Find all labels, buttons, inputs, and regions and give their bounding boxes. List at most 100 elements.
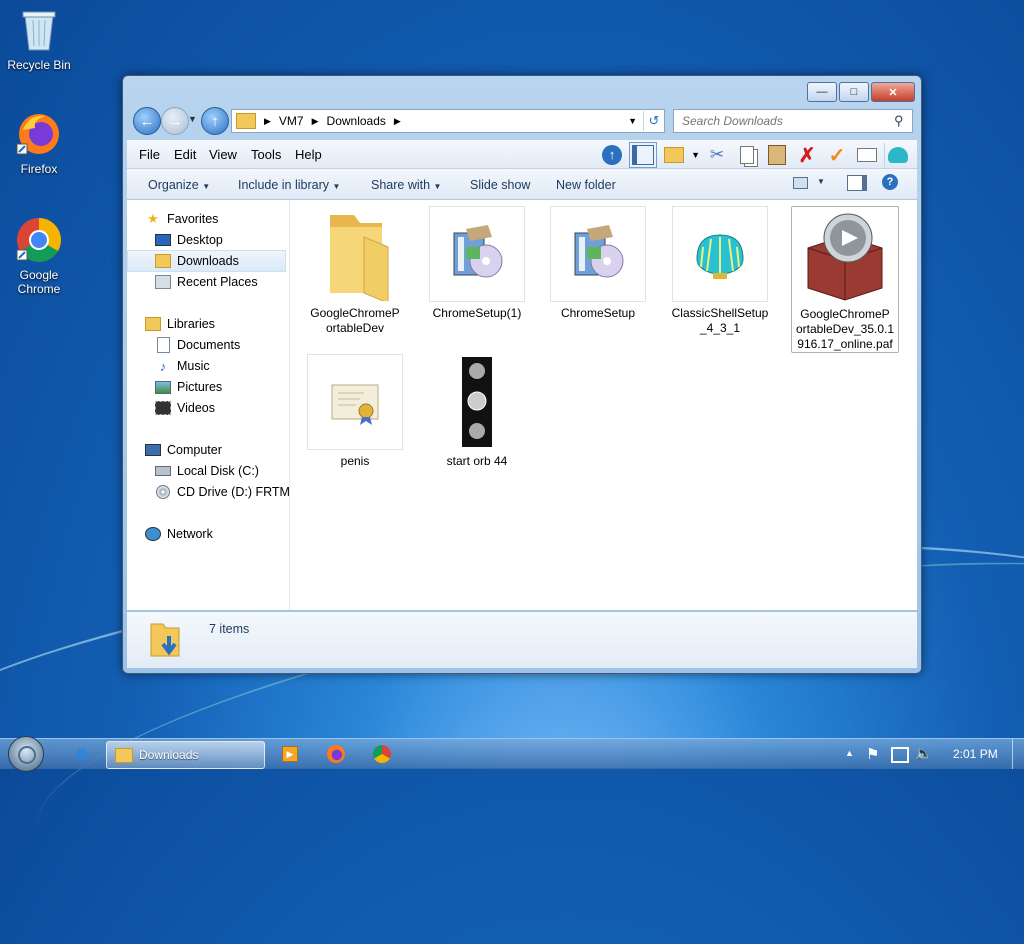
search-icon[interactable]: ⚲ <box>894 113 904 129</box>
volume-muted-icon[interactable]: 🔈 <box>915 745 932 762</box>
downloads-folder-icon <box>149 620 185 658</box>
menu-tools[interactable]: Tools <box>251 147 281 162</box>
preview-pane-icon[interactable] <box>629 142 658 168</box>
change-view-icon[interactable] <box>793 177 808 189</box>
file-name: GoogleChromeP ortableDev_35.0.1 916.17_o… <box>795 307 895 351</box>
desktop-icon-firefox[interactable]: Firefox <box>2 110 76 176</box>
new-folder-button[interactable]: New folder <box>556 178 616 192</box>
file-item-selected[interactable]: GoogleChromeP ortableDev_35.0.1 916.17_o… <box>791 206 899 353</box>
menu-file[interactable]: File <box>139 147 160 162</box>
menu-edit[interactable]: Edit <box>174 147 196 162</box>
breadcrumb-separator[interactable]: ▶ <box>394 116 401 127</box>
hard-drive-icon <box>155 463 171 479</box>
network-status-icon[interactable] <box>891 747 909 763</box>
documents-icon <box>155 337 171 353</box>
paste-icon[interactable] <box>764 143 790 167</box>
music-icon: ♪ <box>159 358 167 374</box>
search-input[interactable] <box>680 113 894 129</box>
caption-buttons: — □ ✕ <box>807 82 915 102</box>
nav-label: Music <box>177 359 210 373</box>
up-arrow-icon: ↑ <box>211 112 219 130</box>
desktop-icon-recycle-bin[interactable]: Recycle Bin <box>2 6 76 72</box>
nav-favorites[interactable]: ★ Favorites <box>145 209 289 229</box>
properties-checkmark-icon[interactable]: ✓ <box>824 143 850 167</box>
up-icon[interactable]: ↑ <box>599 143 625 167</box>
nav-recent-places[interactable]: Recent Places <box>155 272 289 292</box>
delete-icon[interactable]: ✗ <box>794 143 820 167</box>
breadcrumb-separator[interactable]: ▶ <box>312 116 319 127</box>
file-name: penis <box>340 454 370 468</box>
desktop-icon-chrome[interactable]: Google Chrome <box>2 216 76 296</box>
file-item[interactable]: ChromeSetup <box>545 206 651 321</box>
nav-libraries[interactable]: Libraries <box>145 314 289 334</box>
taskbar-ie-button[interactable]: e <box>62 741 102 767</box>
forward-button[interactable]: → <box>161 107 189 135</box>
view-dropdown-icon[interactable]: ▼ <box>691 150 700 160</box>
start-button[interactable] <box>8 736 44 772</box>
organize-button[interactable]: Organize ▼ <box>148 178 210 192</box>
taskbar-firefox-button[interactable] <box>316 741 356 767</box>
taskbar-downloads-button[interactable]: Downloads <box>106 741 265 769</box>
include-in-library-button[interactable]: Include in library ▼ <box>238 178 340 192</box>
show-hidden-icons-button[interactable]: ▲ <box>845 748 854 758</box>
breadcrumb-separator[interactable]: ▶ <box>264 116 271 127</box>
navigation-row: ← → ▼ ↑ ▶ VM7 ▶ Downloads ▶ ▼ ↺ ⚲ <box>131 106 913 136</box>
maximize-button[interactable]: □ <box>839 82 869 102</box>
back-button[interactable]: ← <box>133 107 161 135</box>
breadcrumb-vm7[interactable]: VM7 <box>279 114 304 128</box>
chevron-down-icon: ▼ <box>202 182 211 191</box>
folder-options-icon[interactable] <box>661 143 687 167</box>
search-box[interactable]: ⚲ <box>673 109 913 133</box>
nav-network[interactable]: Network <box>145 524 289 544</box>
computer-icon <box>145 442 161 458</box>
view-options-dropdown-icon[interactable]: ▼ <box>817 177 825 186</box>
nav-computer[interactable]: Computer <box>145 440 289 460</box>
menu-view[interactable]: View <box>209 147 237 162</box>
menu-help[interactable]: Help <box>295 147 322 162</box>
installer-icon <box>550 206 646 302</box>
preview-pane-toggle-icon[interactable] <box>847 175 867 191</box>
help-icon[interactable]: ? <box>882 174 898 190</box>
nav-pictures[interactable]: Pictures <box>155 377 289 397</box>
file-item[interactable]: ClassicShellSetup _4_3_1 <box>667 206 773 336</box>
address-dropdown-icon[interactable]: ▼ <box>628 116 637 126</box>
nav-music[interactable]: ♪ Music <box>155 356 289 376</box>
clock[interactable]: 2:01 PM <box>953 747 998 761</box>
taskbar-chrome-button[interactable] <box>362 741 402 767</box>
recent-pages-dropdown[interactable]: ▼ <box>188 114 197 124</box>
share-with-button[interactable]: Share with ▼ <box>371 178 441 192</box>
folder-icon <box>307 206 403 304</box>
classic-shell-icon[interactable] <box>884 143 911 167</box>
file-item[interactable]: start orb 44 <box>424 354 530 469</box>
minimize-button[interactable]: — <box>807 82 837 102</box>
file-item[interactable]: GoogleChromeP ortableDev <box>302 206 408 336</box>
taskbar-media-player-button[interactable]: ▶ <box>270 741 310 767</box>
slide-show-button[interactable]: Slide show <box>470 178 530 192</box>
package-icon <box>797 207 893 303</box>
cut-icon[interactable]: ✂ <box>704 143 730 167</box>
copy-icon[interactable] <box>734 143 760 167</box>
address-bar[interactable]: ▶ VM7 ▶ Downloads ▶ ▼ ↺ <box>231 109 665 133</box>
desktop-icon <box>155 232 171 248</box>
back-arrow-icon: ← <box>139 112 155 130</box>
nav-downloads[interactable]: Downloads <box>127 250 286 272</box>
nav-label: Favorites <box>167 212 219 226</box>
nav-label: Recent Places <box>177 275 258 289</box>
chrome-icon <box>373 745 391 763</box>
file-name: ClassicShellSetup _4_3_1 <box>671 306 769 335</box>
nav-cd-drive[interactable]: CD Drive (D:) FRTME <box>155 482 289 502</box>
up-button[interactable]: ↑ <box>201 107 229 135</box>
refresh-icon[interactable]: ↺ <box>643 111 664 131</box>
show-desktop-button[interactable] <box>1012 739 1024 769</box>
file-item[interactable]: penis <box>302 354 408 469</box>
close-button[interactable]: ✕ <box>871 82 915 102</box>
nav-documents[interactable]: Documents <box>155 335 289 355</box>
nav-videos[interactable]: Videos <box>155 398 289 418</box>
rename-icon[interactable] <box>854 143 880 167</box>
minimize-icon: — <box>816 86 828 98</box>
file-item[interactable]: ChromeSetup(1) <box>424 206 530 321</box>
nav-desktop[interactable]: Desktop <box>155 230 289 250</box>
action-center-flag-icon[interactable]: ⚑ <box>866 745 879 763</box>
nav-local-disk[interactable]: Local Disk (C:) <box>155 461 289 481</box>
breadcrumb-downloads[interactable]: Downloads <box>327 114 386 128</box>
